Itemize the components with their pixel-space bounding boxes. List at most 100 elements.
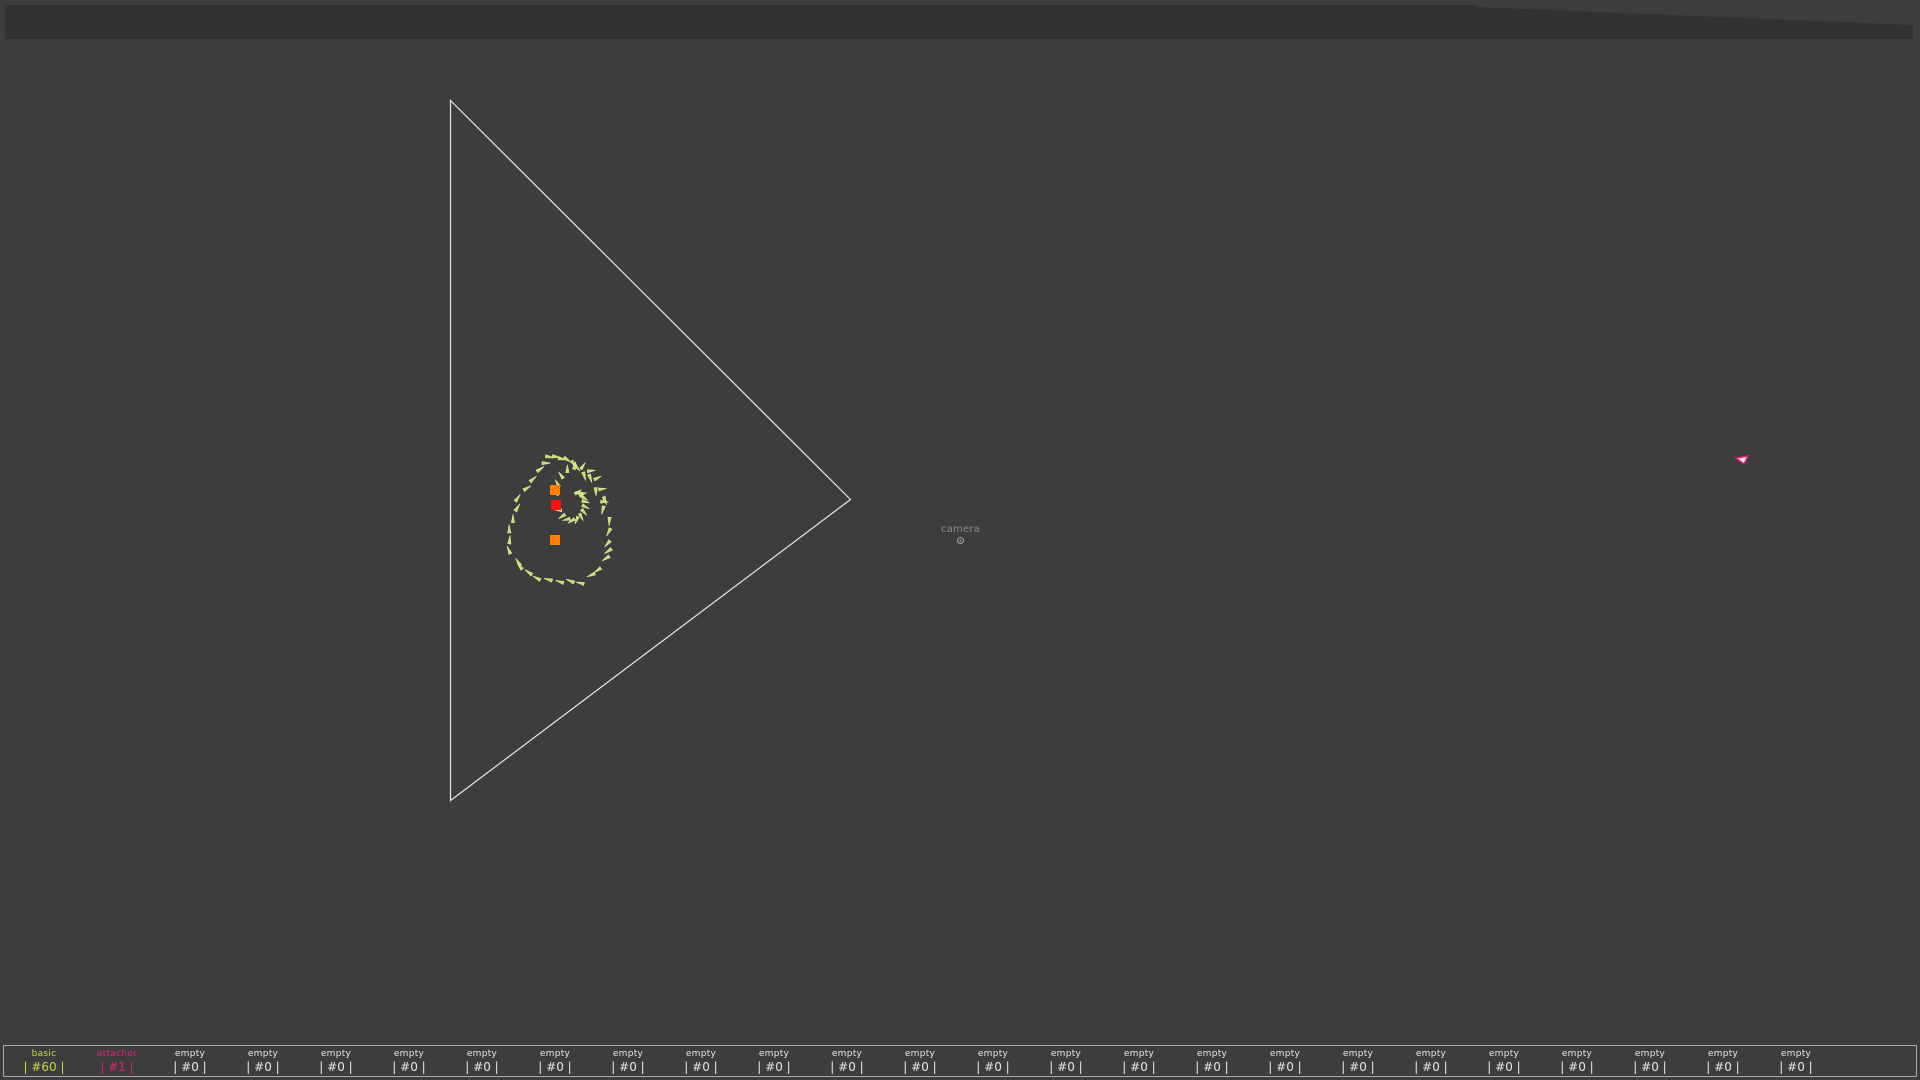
slot-count: | #0 |	[1414, 1060, 1448, 1074]
particle	[604, 547, 613, 554]
particle	[528, 475, 537, 484]
slot-attacher[interactable]: attacher | #1 |	[87, 1049, 147, 1074]
slot-count: | #0 |	[246, 1060, 280, 1074]
slot-count-value: #0	[1787, 1060, 1805, 1074]
slot-empty[interactable]: empty | #0 |	[963, 1050, 1023, 1074]
particle	[579, 494, 589, 501]
particle	[562, 455, 572, 463]
simulation-window: camera basic | #60 | attacher | #1 | empty | …	[0, 0, 1920, 1080]
particle	[586, 571, 596, 578]
particle	[579, 462, 586, 471]
particle	[515, 558, 523, 567]
particle	[507, 535, 512, 545]
camera-target-icon[interactable]	[956, 536, 965, 545]
particle	[606, 527, 613, 537]
slot-count-value: #0	[473, 1060, 491, 1074]
slot-empty[interactable]: empty | #0 |	[1693, 1049, 1753, 1074]
particle	[524, 569, 534, 577]
particle	[581, 471, 586, 481]
slot-count-value: #0	[1641, 1060, 1659, 1074]
slot-count-value: #0	[838, 1060, 856, 1074]
slot-name: empty	[174, 1049, 206, 1059]
slot-empty[interactable]: empty | #0 |	[1401, 1049, 1461, 1074]
slot-empty[interactable]: empty | #0 |	[1109, 1049, 1169, 1074]
slot-count: | #0 |	[1633, 1060, 1667, 1074]
slot-empty[interactable]: empty | #0 |	[1620, 1049, 1680, 1074]
particle	[587, 473, 593, 483]
particle	[574, 515, 580, 525]
slot-count-value: #0	[1276, 1060, 1294, 1074]
slot-empty[interactable]: empty | #0 |	[1255, 1050, 1315, 1074]
slot-empty[interactable]: empty | #0 |	[525, 1050, 585, 1074]
slot-count-value: #0	[984, 1060, 1002, 1074]
slot-name: empty	[1123, 1049, 1155, 1059]
slot-count-value: #0	[1203, 1060, 1221, 1074]
simulation-viewport[interactable]: camera	[0, 0, 1920, 1040]
particle	[604, 539, 612, 548]
slot-empty[interactable]: empty | #0 |	[890, 1050, 950, 1074]
slot-empty[interactable]: empty | #0 |	[1182, 1049, 1242, 1074]
slot-empty[interactable]: empty | #0 |	[1547, 1050, 1607, 1074]
slot-count: | #0 |	[611, 1060, 645, 1074]
particle	[593, 475, 602, 482]
particle	[555, 580, 565, 586]
particle	[535, 466, 545, 474]
particle	[558, 471, 565, 480]
slot-count: | #0 |	[757, 1060, 791, 1074]
slot-count: | #0 |	[1779, 1060, 1813, 1074]
slot-empty[interactable]: empty | #0 |	[160, 1049, 220, 1074]
spawn-triangle	[449, 99, 852, 802]
slot-count: | #1 |	[100, 1060, 134, 1074]
camera-label: camera	[941, 524, 980, 535]
particle	[601, 505, 606, 515]
slot-name: empty	[1342, 1049, 1374, 1059]
slot-name: empty	[612, 1049, 644, 1059]
slot-count: | #0 |	[1195, 1060, 1229, 1074]
slot-empty[interactable]: empty | #0 |	[1474, 1050, 1534, 1074]
slot-count-value: #0	[619, 1060, 637, 1074]
slot-empty[interactable]: empty | #0 |	[671, 1050, 731, 1074]
slot-count: | #0 |	[976, 1060, 1010, 1074]
slot-name: empty	[1415, 1049, 1447, 1059]
slot-count-value: #0	[546, 1060, 564, 1074]
slot-count: | #0 |	[830, 1060, 864, 1074]
slot-count-value: #0	[1495, 1060, 1513, 1074]
particle-swarm	[506, 454, 613, 586]
slot-count-value: #1	[108, 1060, 126, 1074]
slot-empty[interactable]: empty | #0 |	[379, 1050, 439, 1074]
slot-count: | #0 |	[465, 1060, 499, 1074]
particle	[566, 578, 576, 585]
red-marker	[551, 500, 561, 510]
slot-count: | #0 |	[173, 1060, 207, 1074]
slot-count-value: #0	[254, 1060, 272, 1074]
slot-count: | #0 |	[1560, 1060, 1594, 1074]
slot-name: empty	[1196, 1049, 1228, 1059]
slot-name: empty	[1634, 1049, 1666, 1059]
slot-empty[interactable]: empty | #0 |	[452, 1050, 512, 1074]
slot-count-value: #0	[1422, 1060, 1440, 1074]
particle	[601, 554, 611, 562]
slot-empty[interactable]: empty | #0 |	[233, 1050, 293, 1074]
slot-empty[interactable]: empty | #0 |	[306, 1050, 366, 1074]
slot-name: empty	[1707, 1049, 1739, 1059]
particle	[532, 575, 542, 582]
particle	[558, 512, 567, 520]
slot-name: empty	[1050, 1049, 1082, 1059]
slot-count-value: #0	[1130, 1060, 1148, 1074]
particle	[513, 503, 521, 513]
slot-basic[interactable]: basic | #60 |	[14, 1050, 74, 1074]
slot-empty[interactable]: empty | #0 |	[817, 1050, 877, 1074]
slot-empty[interactable]: empty | #0 |	[744, 1050, 804, 1074]
slot-count-value: #0	[1714, 1060, 1732, 1074]
slot-empty[interactable]: empty | #0 |	[1328, 1049, 1388, 1074]
slot-empty[interactable]: empty | #0 |	[1036, 1049, 1096, 1074]
scene-canvas[interactable]	[0, 0, 1920, 1040]
slot-empty[interactable]: empty | #0 |	[1766, 1050, 1826, 1074]
slot-count: | #0 |	[538, 1060, 572, 1074]
slot-count-value: #0	[692, 1060, 710, 1074]
pink-triangle-cursor-icon[interactable]	[1734, 455, 1750, 466]
slot-empty[interactable]: empty | #0 |	[598, 1049, 658, 1074]
slot-count: | #0 |	[1049, 1060, 1083, 1074]
slot-count: | #0 |	[1487, 1060, 1521, 1074]
slot-name: attacher	[96, 1049, 138, 1059]
